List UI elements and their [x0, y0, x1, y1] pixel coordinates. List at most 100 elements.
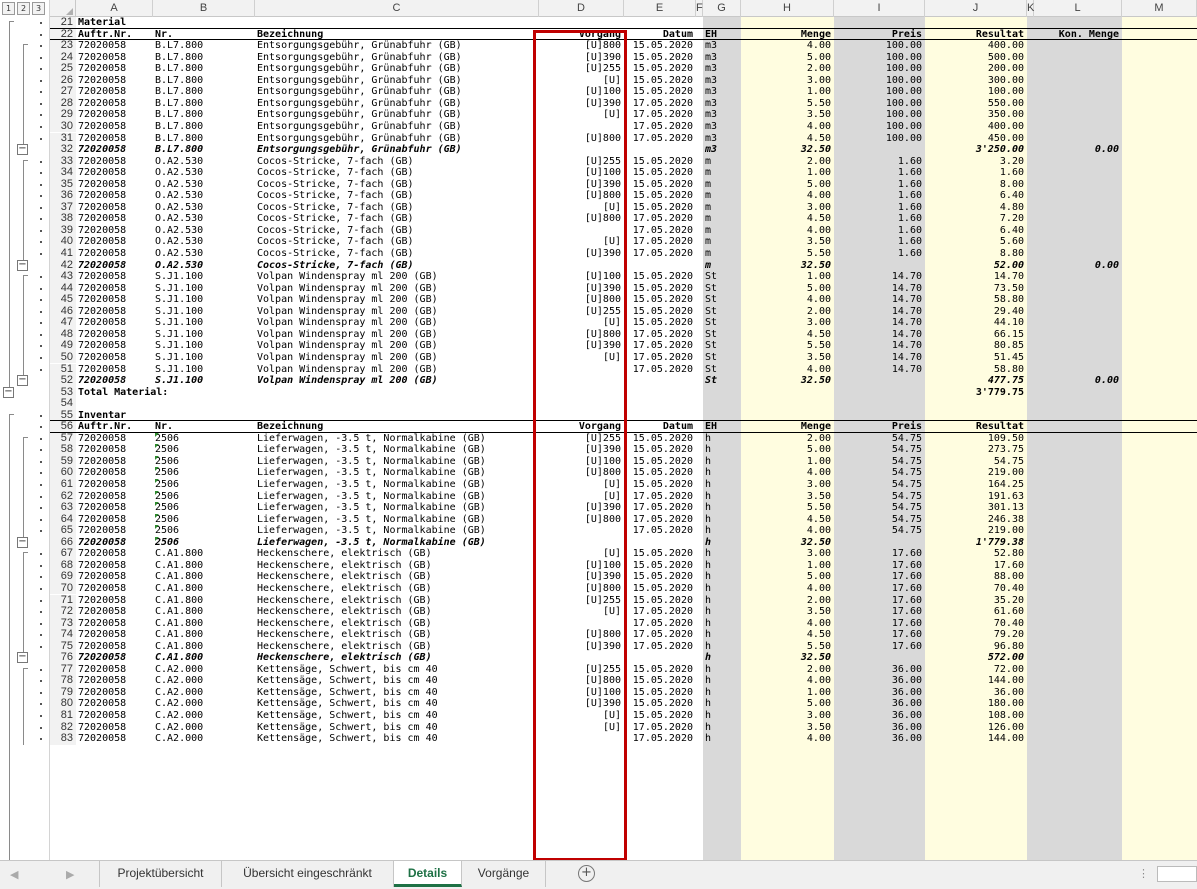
cell-c[interactable]: Entsorgungsgebühr, Grünabfuhr (GB)	[257, 63, 536, 75]
cell-g[interactable]: m3	[705, 133, 738, 145]
cell-l[interactable]: Kon. Menge	[1036, 29, 1119, 40]
cell-d[interactable]: [U]255	[541, 156, 621, 168]
cell-c[interactable]: Volpan Windenspray ml 200 (GB)	[257, 317, 536, 329]
cell-a[interactable]: 72020058	[78, 456, 150, 468]
cell-b[interactable]: 2506	[155, 536, 252, 549]
cell-h[interactable]: 32.50	[743, 652, 831, 664]
cell-b[interactable]: C.A2.000	[155, 733, 252, 745]
cell-i[interactable]: 1.60	[836, 225, 922, 237]
cell-i[interactable]: 14.70	[836, 306, 922, 318]
cell-b[interactable]: O.A2.530	[155, 236, 252, 248]
cell-c[interactable]: Entsorgungsgebühr, Grünabfuhr (GB)	[257, 133, 536, 145]
cell-a[interactable]: 72020058	[78, 236, 150, 248]
cell-i[interactable]: 14.70	[836, 352, 922, 364]
cell-j[interactable]: 400.00	[927, 121, 1024, 133]
cell-j[interactable]: 246.38	[927, 514, 1024, 526]
cell-b[interactable]: C.A1.800	[155, 560, 252, 572]
cell-j[interactable]: 7.20	[927, 213, 1024, 225]
cell-c[interactable]: Heckenschere, elektrisch (GB)	[257, 641, 536, 653]
column-header-f[interactable]: F	[696, 0, 703, 17]
cell-h[interactable]: 1.00	[743, 167, 831, 179]
cell-j[interactable]: 29.40	[927, 306, 1024, 318]
cell-e[interactable]: 15.05.2020	[626, 179, 693, 191]
column-header-d[interactable]: D	[539, 0, 624, 17]
cell-e[interactable]: 15.05.2020	[626, 86, 693, 98]
cell-a[interactable]: 72020058	[78, 675, 150, 687]
cell-h[interactable]: 4.50	[743, 213, 831, 225]
cell-d[interactable]: [U]800	[541, 329, 621, 341]
cell-h[interactable]: 2.00	[743, 306, 831, 318]
cell-a[interactable]: 72020058	[78, 710, 150, 722]
cell-e[interactable]: 17.05.2020	[626, 514, 693, 526]
cell-b[interactable]: O.A2.530	[155, 248, 252, 260]
cell-b[interactable]: S.J1.100	[155, 294, 252, 306]
cell-b[interactable]: B.L7.800	[155, 75, 252, 87]
error-indicator-icon[interactable]	[155, 502, 159, 507]
cell-e[interactable]: 17.05.2020	[626, 364, 693, 376]
cell-b[interactable]: C.A1.800	[155, 595, 252, 607]
cell-h[interactable]: 32.50	[743, 537, 831, 549]
cell-h[interactable]: 3.50	[743, 352, 831, 364]
cell-a[interactable]: 72020058	[78, 571, 150, 583]
cell-i[interactable]: 17.60	[836, 629, 922, 641]
cell-b[interactable]: C.A2.000	[155, 722, 252, 734]
cell-i[interactable]: Preis	[836, 29, 922, 40]
cell-g[interactable]: m	[705, 202, 738, 214]
cell-g[interactable]: m3	[705, 40, 738, 52]
cell-h[interactable]: 4.00	[743, 583, 831, 595]
cell-i[interactable]: 1.60	[836, 156, 922, 168]
cell-c[interactable]: Entsorgungsgebühr, Grünabfuhr (GB)	[257, 98, 536, 110]
cell-j[interactable]: 66.15	[927, 329, 1024, 341]
cell-d[interactable]	[541, 225, 621, 237]
cell-i[interactable]: 100.00	[836, 98, 922, 110]
cell-c[interactable]: Volpan Windenspray ml 200 (GB)	[257, 329, 536, 341]
cell-a[interactable]: 72020058	[78, 525, 150, 537]
cell-g[interactable]: h	[705, 698, 738, 710]
outline-level-2-button[interactable]: 2	[17, 2, 30, 15]
cell-b[interactable]: C.A2.000	[155, 664, 252, 676]
cell-i[interactable]: 100.00	[836, 63, 922, 75]
cell-h[interactable]: 1.00	[743, 560, 831, 572]
cell-a[interactable]: 72020058	[78, 722, 150, 734]
cell-c[interactable]: Heckenschere, elektrisch (GB)	[257, 571, 536, 583]
cell-d[interactable]: [U]800	[541, 40, 621, 52]
cell-c[interactable]: Cocos-Stricke, 7-fach (GB)	[257, 202, 536, 214]
cell-i[interactable]: 1.60	[836, 179, 922, 191]
column-header-a[interactable]: A	[76, 0, 153, 17]
cell-a[interactable]: 72020058	[78, 479, 150, 491]
cell-g[interactable]: h	[705, 491, 738, 503]
cell-h[interactable]: 2.00	[743, 433, 831, 445]
cell-j[interactable]: 8.00	[927, 179, 1024, 191]
cell-c[interactable]: Volpan Windenspray ml 200 (GB)	[257, 271, 536, 283]
cell-e[interactable]: 17.05.2020	[626, 340, 693, 352]
cell-g[interactable]: St	[705, 340, 738, 352]
cell-i[interactable]: 100.00	[836, 121, 922, 133]
cell-i[interactable]: 36.00	[836, 710, 922, 722]
cell-j[interactable]: 572.00	[927, 652, 1024, 664]
cell-c[interactable]: Entsorgungsgebühr, Grünabfuhr (GB)	[257, 75, 536, 87]
cell-j[interactable]: 52.00	[927, 260, 1024, 272]
cell-c[interactable]: Volpan Windenspray ml 200 (GB)	[257, 364, 536, 376]
cell-g[interactable]: m	[705, 213, 738, 225]
cell-g[interactable]: m	[705, 156, 738, 168]
cell-e[interactable]: 17.05.2020	[626, 525, 693, 537]
cell-e[interactable]: 17.05.2020	[626, 618, 693, 630]
cell-a[interactable]: 72020058	[78, 352, 150, 364]
cell-i[interactable]: 14.70	[836, 364, 922, 376]
row-number[interactable]: 72	[50, 605, 76, 618]
cell-h[interactable]: 5.00	[743, 444, 831, 456]
column-header-m[interactable]: M	[1122, 0, 1197, 17]
cell-e[interactable]: 15.05.2020	[626, 75, 693, 87]
cell-i[interactable]: 100.00	[836, 75, 922, 87]
cell-j[interactable]: 51.45	[927, 352, 1024, 364]
cell-b[interactable]: S.J1.100	[155, 306, 252, 318]
cell-d[interactable]: [U]	[541, 317, 621, 329]
cell-c[interactable]: Heckenschere, elektrisch (GB)	[257, 652, 536, 664]
cell-c[interactable]: Heckenschere, elektrisch (GB)	[257, 583, 536, 595]
cell-i[interactable]: 14.70	[836, 271, 922, 283]
cell-j[interactable]: 44.10	[927, 317, 1024, 329]
cell-i[interactable]: 100.00	[836, 40, 922, 52]
cell-h[interactable]: 3.00	[743, 548, 831, 560]
error-indicator-icon[interactable]	[155, 444, 159, 449]
cell-c[interactable]: Heckenschere, elektrisch (GB)	[257, 629, 536, 641]
